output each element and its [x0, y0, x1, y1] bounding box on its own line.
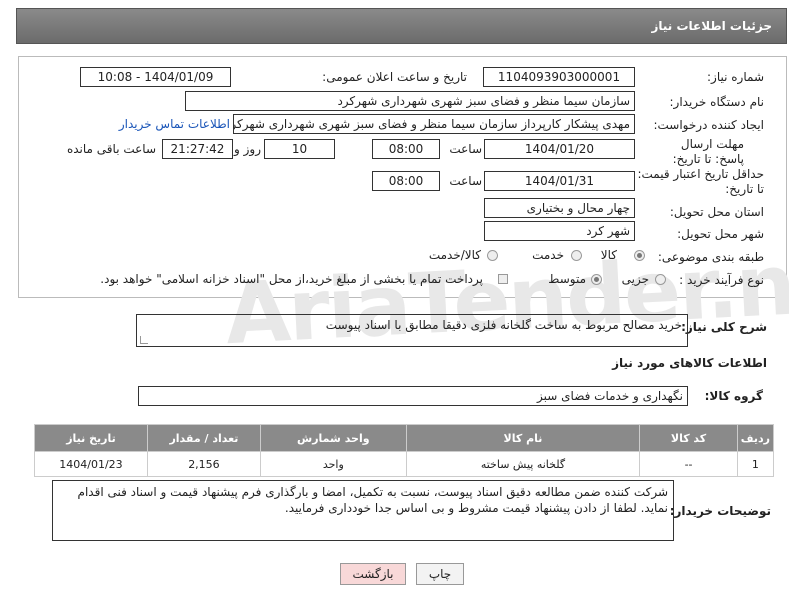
col-quantity: تعداد / مقدار — [146, 424, 261, 452]
deadline-date-field: 1404/01/20 — [484, 139, 635, 159]
cell-quantity: 2,156 — [146, 451, 261, 477]
province-field: چهار محال و بختیاری — [484, 198, 635, 218]
col-code: کد کالا — [639, 424, 738, 452]
description-field: خرید مصالح مربوط به ساخت گلخانه فلزی دقی… — [136, 314, 688, 347]
category-service-radio[interactable] — [571, 250, 582, 261]
goods-group-label: گروه کالا: — [704, 389, 763, 403]
validity-time-field: 08:00 — [372, 171, 440, 191]
buyer-contact-link[interactable]: اطلاعات تماس خریدار — [119, 117, 230, 131]
process-minor-label: جزیی — [621, 272, 649, 286]
category-label: طبقه بندی موضوعی: — [657, 250, 764, 264]
category-both-label: کالا/خدمت — [428, 248, 481, 262]
col-unit: واحد شمارش — [259, 424, 407, 452]
validity-date-field: 1404/01/31 — [484, 171, 635, 191]
need-number-field: 1104093903000001 — [483, 67, 635, 87]
remaining-time-field: 21:27:42 — [162, 139, 233, 159]
resize-grip-icon[interactable] — [140, 336, 148, 344]
city-label: شهر محل تحویل: — [677, 227, 764, 241]
payment-note: پرداخت تمام یا بخشی از مبلغ خرید،از محل … — [100, 272, 483, 286]
goods-group-field: نگهداری و خدمات فضای سبز — [138, 386, 688, 406]
buyer-org-label: نام دستگاه خریدار: — [669, 95, 765, 109]
cell-row: 1 — [736, 451, 775, 477]
description-label: شرح کلی نیاز: — [681, 320, 767, 334]
buyer-org-field: سازمان سیما منظر و فضای سبز شهری شهرداری… — [185, 91, 635, 111]
remaining-label: ساعت باقی مانده — [66, 142, 156, 156]
buyer-notes-text: شرکت کننده ضمن مطالعه دقیق اسناد پیوست، … — [77, 485, 668, 515]
cell-name: گلخانه پیش ساخته — [405, 451, 641, 477]
table-header-row: ردیف کد کالا نام کالا واحد شمارش تعداد /… — [34, 424, 775, 452]
page-header: جزئیات اطلاعات نیاز — [16, 8, 787, 44]
process-medium-radio[interactable] — [591, 274, 602, 285]
deadline-time-field: 08:00 — [372, 139, 440, 159]
days-label: روز و — [234, 142, 261, 156]
category-goods-label: کالا — [600, 248, 617, 262]
goods-table: ردیف کد کالا نام کالا واحد شمارش تعداد /… — [34, 424, 775, 477]
col-row: ردیف — [736, 424, 775, 452]
city-field: شهر کرد — [484, 221, 635, 241]
col-need-date: تاریخ نیاز — [34, 424, 148, 452]
process-label: نوع فرآیند خرید : — [679, 273, 764, 287]
announce-label: تاریخ و ساعت اعلان عمومی: — [322, 70, 467, 84]
province-label: استان محل تحویل: — [669, 205, 764, 219]
process-medium-label: متوسط — [548, 272, 586, 286]
cell-code: -- — [639, 451, 738, 477]
cell-need-date: 1404/01/23 — [34, 451, 148, 477]
print-button[interactable]: چاپ — [416, 563, 464, 585]
announce-field: 1404/01/09 - 10:08 — [80, 67, 231, 87]
deadline-time-label: ساعت — [449, 142, 482, 156]
table-row: 1 -- گلخانه پیش ساخته واحد 2,156 1404/01… — [34, 451, 775, 477]
days-field: 10 — [264, 139, 335, 159]
process-minor-radio[interactable] — [655, 274, 666, 285]
buyer-notes-field: شرکت کننده ضمن مطالعه دقیق اسناد پیوست، … — [52, 480, 674, 541]
buyer-notes-label: توضیحات خریدار: — [669, 504, 771, 518]
treasury-payment-checkbox[interactable] — [498, 274, 508, 284]
creator-field: مهدی پیشکار کارپرداز سازمان سیما منظر و … — [233, 114, 635, 134]
goods-section-title: اطلاعات کالاهای مورد نیاز — [612, 356, 767, 370]
page-title: جزئیات اطلاعات نیاز — [651, 19, 772, 33]
validity-label: حداقل تاریخ اعتبار قیمت: تا تاریخ: — [637, 167, 764, 196]
category-service-label: خدمت — [532, 248, 564, 262]
back-button[interactable]: بازگشت — [340, 563, 406, 585]
cell-unit: واحد — [259, 451, 407, 477]
validity-time-label: ساعت — [449, 174, 482, 188]
deadline-label: مهلت ارسال پاسخ: تا تاریخ: — [672, 137, 744, 166]
need-number-label: شماره نیاز: — [707, 70, 764, 84]
creator-label: ایجاد کننده درخواست: — [653, 118, 764, 132]
col-name: نام کالا — [405, 424, 641, 452]
category-goods-radio[interactable] — [634, 250, 645, 261]
category-both-radio[interactable] — [487, 250, 498, 261]
description-text: خرید مصالح مربوط به ساخت گلخانه فلزی دقی… — [325, 318, 682, 332]
